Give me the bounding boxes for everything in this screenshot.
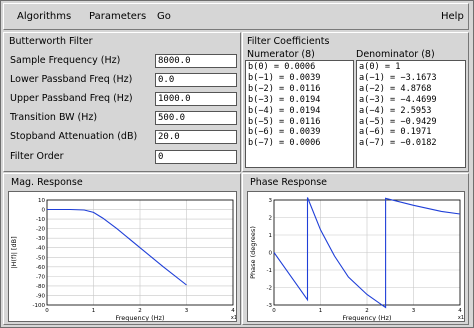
x-multiplier-label: x1 [458, 315, 464, 321]
x-axis-label: Frequency (Hz) [115, 314, 164, 321]
x-tick-label: 0 [272, 308, 276, 314]
y-axis-label: |H(f)| [dB] [10, 236, 18, 268]
numerator-list[interactable]: b(0) = 0.0006 b(−1) = 0.0039 b(−2) = 0.011… [245, 60, 354, 168]
numerator-label: Numerator (8) [247, 49, 315, 60]
numerator-item: b(0) = 0.0006 [248, 62, 316, 72]
phase-plot-area: 0 1 2 3 4 3 2 1 0 -1 -2 -3 x1 Frequency (Hz) Phase (de… [247, 191, 465, 322]
denominator-item: a(−6) = 0.1971 [359, 127, 432, 138]
y-tick-label: -100 [33, 303, 46, 309]
upper-passband-input[interactable]: 1000.0 [155, 92, 237, 106]
x-tick-label: 1 [92, 308, 96, 314]
denominator-item: a(−1) = −3.1673 [359, 72, 437, 83]
x-tick-label: 1 [319, 308, 323, 314]
menu-parameters[interactable]: Parameters [89, 11, 146, 22]
x-axis-label: Frequency (Hz) [342, 314, 391, 321]
mag-plot-area: 0 1 2 3 4 10 0 -10 -20 -30 -40 -50 -60 -70 -80 -90 -100 x… [8, 191, 237, 322]
menu-go[interactable]: Go [157, 11, 171, 22]
denominator-list[interactable]: a(0) = 1 a(−1) = −3.1673 a(−2) = 4.8768 a(−… [356, 60, 466, 168]
denominator-item: a(−7) = −0.0182 [359, 138, 437, 149]
numerator-item: b(−1) = 0.0039 [248, 72, 321, 83]
y-tick-label: -50 [36, 255, 45, 261]
y-tick-label: -90 [36, 293, 45, 299]
app-window: Algorithms Parameters Go Help Butterwort… [0, 0, 474, 328]
menu-bar: Algorithms Parameters Go Help [3, 3, 469, 30]
numerator-item: b(−7) = 0.0006 [248, 138, 321, 149]
stopband-attenuation-input[interactable]: 20.0 [155, 130, 237, 144]
y-tick-label: -40 [36, 246, 45, 252]
lower-passband-input[interactable]: 0.0 [155, 73, 237, 87]
denominator-item: a(−2) = 4.8768 [359, 83, 432, 94]
menu-help[interactable]: Help [441, 11, 464, 22]
numerator-item: b(−6) = 0.0039 [248, 127, 321, 138]
sample-frequency-label: Sample Frequency (Hz) [10, 55, 121, 66]
filter-design-panel: Butterworth Filter Sample Frequency (Hz)… [3, 32, 241, 172]
y-tick-label: -3 [267, 303, 273, 309]
x-tick-label: 3 [412, 308, 416, 314]
denominator-item: a(−4) = 2.5953 [359, 105, 432, 116]
numerator-item: b(−2) = 0.0116 [248, 83, 321, 94]
filter-order-input[interactable]: 0 [155, 150, 237, 164]
menu-algorithms[interactable]: Algorithms [17, 11, 71, 22]
y-tick-label: 2 [269, 216, 273, 222]
y-tick-label: 3 [269, 198, 273, 204]
y-tick-label: 0 [42, 208, 46, 214]
numerator-item: b(−5) = 0.0116 [248, 116, 321, 127]
mag-response-panel: Mag. Response 0 1 2 3 4 10 0 -10 -20 -30 -40 -50 -60… [3, 173, 241, 325]
y-tick-label: -70 [36, 274, 45, 280]
denominator-item: a(−5) = −0.9429 [359, 116, 437, 127]
coefficients-title: Filter Coefficients [247, 36, 330, 47]
y-tick-label: 0 [269, 251, 273, 257]
mag-response-title: Mag. Response [11, 177, 83, 188]
mag-response-chart: 0 1 2 3 4100-10-20-30-40-50-60-70-80-90-100x… [10, 198, 237, 322]
y-axis-label: Phase (degrees) [249, 226, 257, 279]
y-tick-label: -60 [36, 265, 45, 271]
transition-bw-label: Transition BW (Hz) [10, 112, 98, 123]
lower-passband-label: Lower Passband Freq (Hz) [10, 74, 133, 85]
numerator-item: b(−4) = 0.0194 [248, 105, 321, 116]
y-tick-label: -80 [36, 284, 45, 290]
stopband-attenuation-label: Stopband Attenuation (dB) [10, 131, 138, 142]
upper-passband-label: Upper Passband Freq (Hz) [10, 93, 133, 104]
filter-order-label: Filter Order [10, 151, 64, 162]
numerator-item: b(−3) = 0.0194 [248, 94, 321, 105]
x-multiplier-label: x1 [231, 315, 236, 321]
x-tick-label: 0 [45, 308, 49, 314]
phase-response-panel: Phase Response 0 1 2 3 4 3 2 1 0 -1 -2 -3 x1 Frequenc… [242, 173, 469, 325]
y-tick-label: 1 [269, 233, 273, 239]
phase-response-title: Phase Response [250, 177, 328, 188]
x-tick-label: 3 [185, 308, 189, 314]
y-tick-label: -2 [267, 286, 272, 292]
phase-response-chart: 0 1 2 3 43210-1-2-3x1Frequency (Hz)Phase (de… [249, 197, 464, 322]
y-tick-label: -10 [36, 217, 45, 223]
y-tick-label: -1 [267, 268, 272, 274]
panel-title: Butterworth Filter [9, 36, 93, 47]
y-tick-label: 10 [38, 198, 45, 204]
response-curve [47, 208, 187, 286]
coefficients-panel: Filter Coefficients Numerator (8) Denomi… [242, 32, 469, 172]
denominator-item: a(−3) = −4.4699 [359, 94, 437, 105]
x-tick-label: 4 [458, 308, 462, 314]
transition-bw-input[interactable]: 500.0 [155, 111, 237, 125]
x-tick-label: 4 [231, 308, 235, 314]
denominator-item: a(0) = 1 [359, 62, 401, 72]
sample-frequency-input[interactable]: 8000.0 [155, 54, 237, 68]
denominator-label: Denominator (8) [356, 49, 435, 60]
y-tick-label: -30 [36, 236, 45, 242]
y-tick-label: -20 [36, 227, 45, 233]
